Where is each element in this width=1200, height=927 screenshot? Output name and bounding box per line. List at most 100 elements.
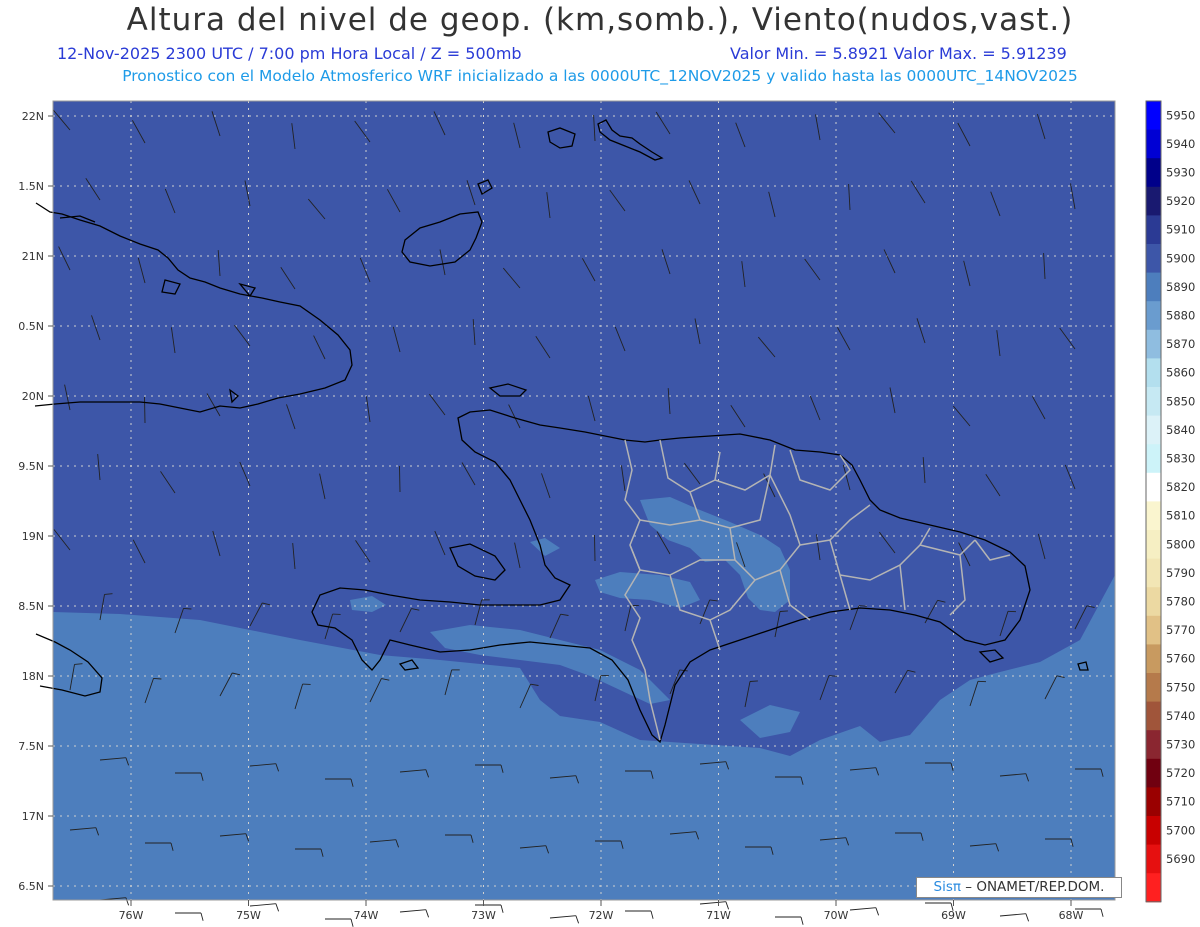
wind-barb-flag [275, 903, 280, 912]
plot-area [53, 101, 1115, 900]
wind-barb-flag [875, 907, 880, 916]
colorbar-swatch [1146, 272, 1161, 302]
colorbar-label: 5780 [1166, 595, 1195, 609]
wind-barb-staff [999, 913, 1026, 917]
wind-barb-flag [1025, 913, 1030, 922]
forecast-map: 22N 1.5N 21N 0.5N 20N 9.5N 19N 8.5N 18N 7.5N 17N 6.… [18, 100, 1195, 927]
wind-barb-flag [200, 912, 204, 921]
colorbar-swatch [1146, 329, 1161, 359]
colorbar-swatch [1146, 787, 1161, 817]
wind-barb-flag [575, 915, 580, 924]
lat-label: 20N [22, 390, 44, 403]
colorbar-label: 5800 [1166, 537, 1195, 551]
colorbar-label: 5890 [1166, 280, 1195, 294]
wind-barb-flag [779, 610, 788, 612]
lon-label: 69W [941, 909, 966, 922]
latitude-labels: 22N 1.5N 21N 0.5N 20N 9.5N 19N 8.5N 18N 7.5N 17N 6.… [18, 110, 53, 893]
wind-barb-flag [650, 910, 654, 919]
wind-barb-flag [153, 677, 162, 680]
wind-barb-flag [1100, 908, 1104, 917]
colorbar-swatch [1146, 844, 1161, 874]
wind-barb-staff [849, 907, 876, 911]
colorbar-swatch [1146, 472, 1161, 502]
lon-label: 76W [119, 909, 144, 922]
colorbar-label: 5710 [1166, 795, 1195, 809]
colorbar-swatch [1146, 673, 1161, 703]
lat-label: 17N [22, 810, 44, 823]
colorbar-label: 5930 [1166, 166, 1195, 180]
colorbar-swatch [1146, 101, 1161, 131]
wind-barb-staff [399, 909, 426, 913]
wind-barb-staff [249, 903, 276, 907]
wind-barb-staff [144, 396, 146, 424]
colorbar-label: 5750 [1166, 680, 1195, 694]
colorbar-swatch [1146, 244, 1161, 274]
lat-label: 6.5N [18, 880, 44, 893]
lon-label: 68W [1059, 909, 1084, 922]
colorbar-label: 5760 [1166, 652, 1195, 666]
lat-label: 7.5N [18, 740, 44, 753]
lon-label: 71W [706, 909, 731, 922]
colorbar-label: 5860 [1166, 366, 1195, 380]
colorbar-label: 5850 [1166, 394, 1195, 408]
colorbar-swatch [1146, 501, 1161, 531]
colorbar-swatch [1146, 615, 1161, 645]
colorbar-label: 5770 [1166, 623, 1195, 637]
colorbar-swatch [1146, 215, 1161, 245]
wind-barb-flag [425, 909, 430, 918]
lat-label: 0.5N [18, 320, 44, 333]
colorbar-label: 5730 [1166, 738, 1195, 752]
colorbar-label: 5830 [1166, 452, 1195, 466]
wind-barb-staff [699, 901, 726, 905]
colorbar-swatch [1146, 358, 1161, 388]
colorbar-label: 5840 [1166, 423, 1195, 437]
colorbar-swatch [1146, 730, 1161, 760]
credit-text: – ONAMET/REP.DOM. [961, 879, 1105, 895]
colorbar-swatch [1146, 758, 1161, 788]
lon-label: 74W [354, 909, 379, 922]
colorbar-swatch [1146, 558, 1161, 588]
colorbar-label: 5820 [1166, 480, 1195, 494]
colorbar-label: 5880 [1166, 309, 1195, 323]
colorbar-label: 5920 [1166, 194, 1195, 208]
colorbar-swatch [1146, 587, 1161, 617]
lat-label: 22N [22, 110, 44, 123]
colorbar-swatch [1146, 816, 1161, 846]
lon-label: 72W [589, 909, 614, 922]
sis-logo-text: Sisπ [933, 879, 961, 895]
lat-label: 8.5N [18, 600, 44, 613]
wind-barb-staff [399, 465, 401, 493]
colorbar-swatch [1146, 644, 1161, 674]
colorbar-label: 5790 [1166, 566, 1195, 580]
colorbar-label: 5700 [1166, 823, 1195, 837]
colorbar-swatch [1146, 129, 1161, 159]
colorbar-label: 5900 [1166, 251, 1195, 265]
lat-label: 9.5N [18, 460, 44, 473]
lat-label: 1.5N [18, 180, 44, 193]
lat-label: 18N [22, 670, 44, 683]
colorbar-swatch [1146, 444, 1161, 474]
colorbar-label: 5810 [1166, 509, 1195, 523]
wind-barb-staff [549, 915, 576, 919]
colorbar-label: 5870 [1166, 337, 1195, 351]
wind-barb-flag [183, 607, 192, 610]
lon-label: 75W [236, 909, 261, 922]
wind-barb-staff [594, 534, 596, 562]
colorbar: 5950 5940 5930 5920 5910 5900 5890 5880 5870 5860… [1145, 100, 1195, 903]
colorbar-swatch [1146, 415, 1161, 445]
colorbar-swatch [1146, 873, 1161, 903]
credit-box: Sisπ – ONAMET/REP.DOM. [916, 877, 1122, 898]
colorbar-label: 5690 [1166, 852, 1195, 866]
colorbar-label: 5950 [1166, 108, 1195, 122]
wind-barb-flag [749, 680, 758, 682]
lat-label: 21N [22, 250, 44, 263]
colorbar-swatch [1146, 701, 1161, 731]
wind-barb-flag [500, 904, 504, 913]
lon-label: 70W [824, 909, 849, 922]
wind-barb-flag [800, 916, 804, 925]
colorbar-swatch [1146, 301, 1161, 331]
lat-label: 19N [22, 530, 44, 543]
colorbar-label: 5940 [1166, 137, 1195, 151]
colorbar-swatch [1146, 530, 1161, 560]
colorbar-label: 5740 [1166, 709, 1195, 723]
